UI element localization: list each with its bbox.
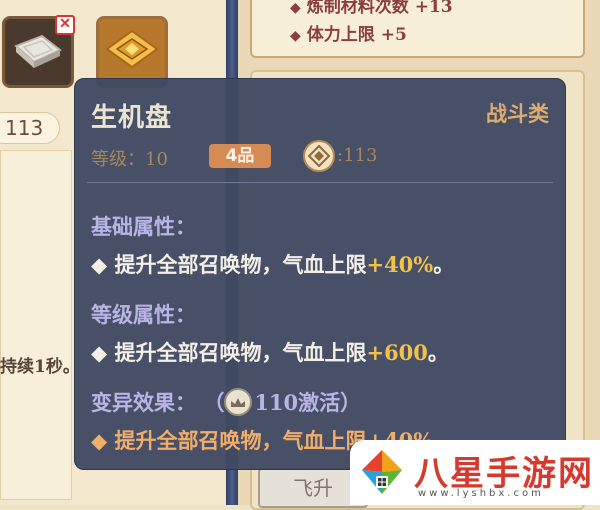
left-level-pill: 113 [0, 112, 60, 144]
level-attributes-title: 等级属性： [91, 302, 196, 327]
medal-icon [303, 140, 335, 172]
close-icon[interactable]: ✕ [55, 15, 75, 35]
item-level: 等级：10 [91, 149, 168, 170]
stat-line-stamina: ◆ 体力上限 +5 [290, 25, 407, 45]
left-duration-text: 持续1秒。 [0, 357, 80, 377]
site-watermark: 八星手游网 www.lyshbx.com [350, 440, 600, 505]
diamond-bullet-icon: ◆ [290, 0, 301, 16]
left-info-card [0, 150, 72, 500]
item-type: 战斗类 [486, 101, 549, 126]
mutation-effect-row: 变异效果： （110激活） [91, 388, 362, 416]
stat-line-refine: ◆ 炼制材料次数 +13 [290, 0, 453, 17]
item-name: 生机盘 [91, 103, 173, 133]
base-attribute-line: ◆ 提升全部召唤物，气血上限+40%。 [91, 252, 455, 277]
medal-value: :113 [337, 145, 378, 166]
site-logo-icon [362, 450, 402, 494]
base-attributes-title: 基础属性： [91, 214, 196, 239]
golden-disc-icon [105, 29, 159, 69]
level-attribute-line: ◆ 提升全部召唤物，气血上限+600。 [91, 340, 449, 365]
grade-badge: 4品 [209, 144, 271, 168]
tooltip-divider [87, 182, 553, 183]
diamond-bullet-icon: ◆ [290, 28, 301, 44]
item-tooltip: 生机盘 战斗类 等级：10 4品 :113 基础属性： ◆ 提升全部召唤物，气血… [74, 78, 566, 470]
activate-crown-icon [224, 388, 253, 416]
stone-tablet-icon [14, 34, 62, 68]
mutation-effect-title: 变异效果： [91, 390, 196, 415]
site-url: www.lyshbx.com [418, 488, 544, 499]
